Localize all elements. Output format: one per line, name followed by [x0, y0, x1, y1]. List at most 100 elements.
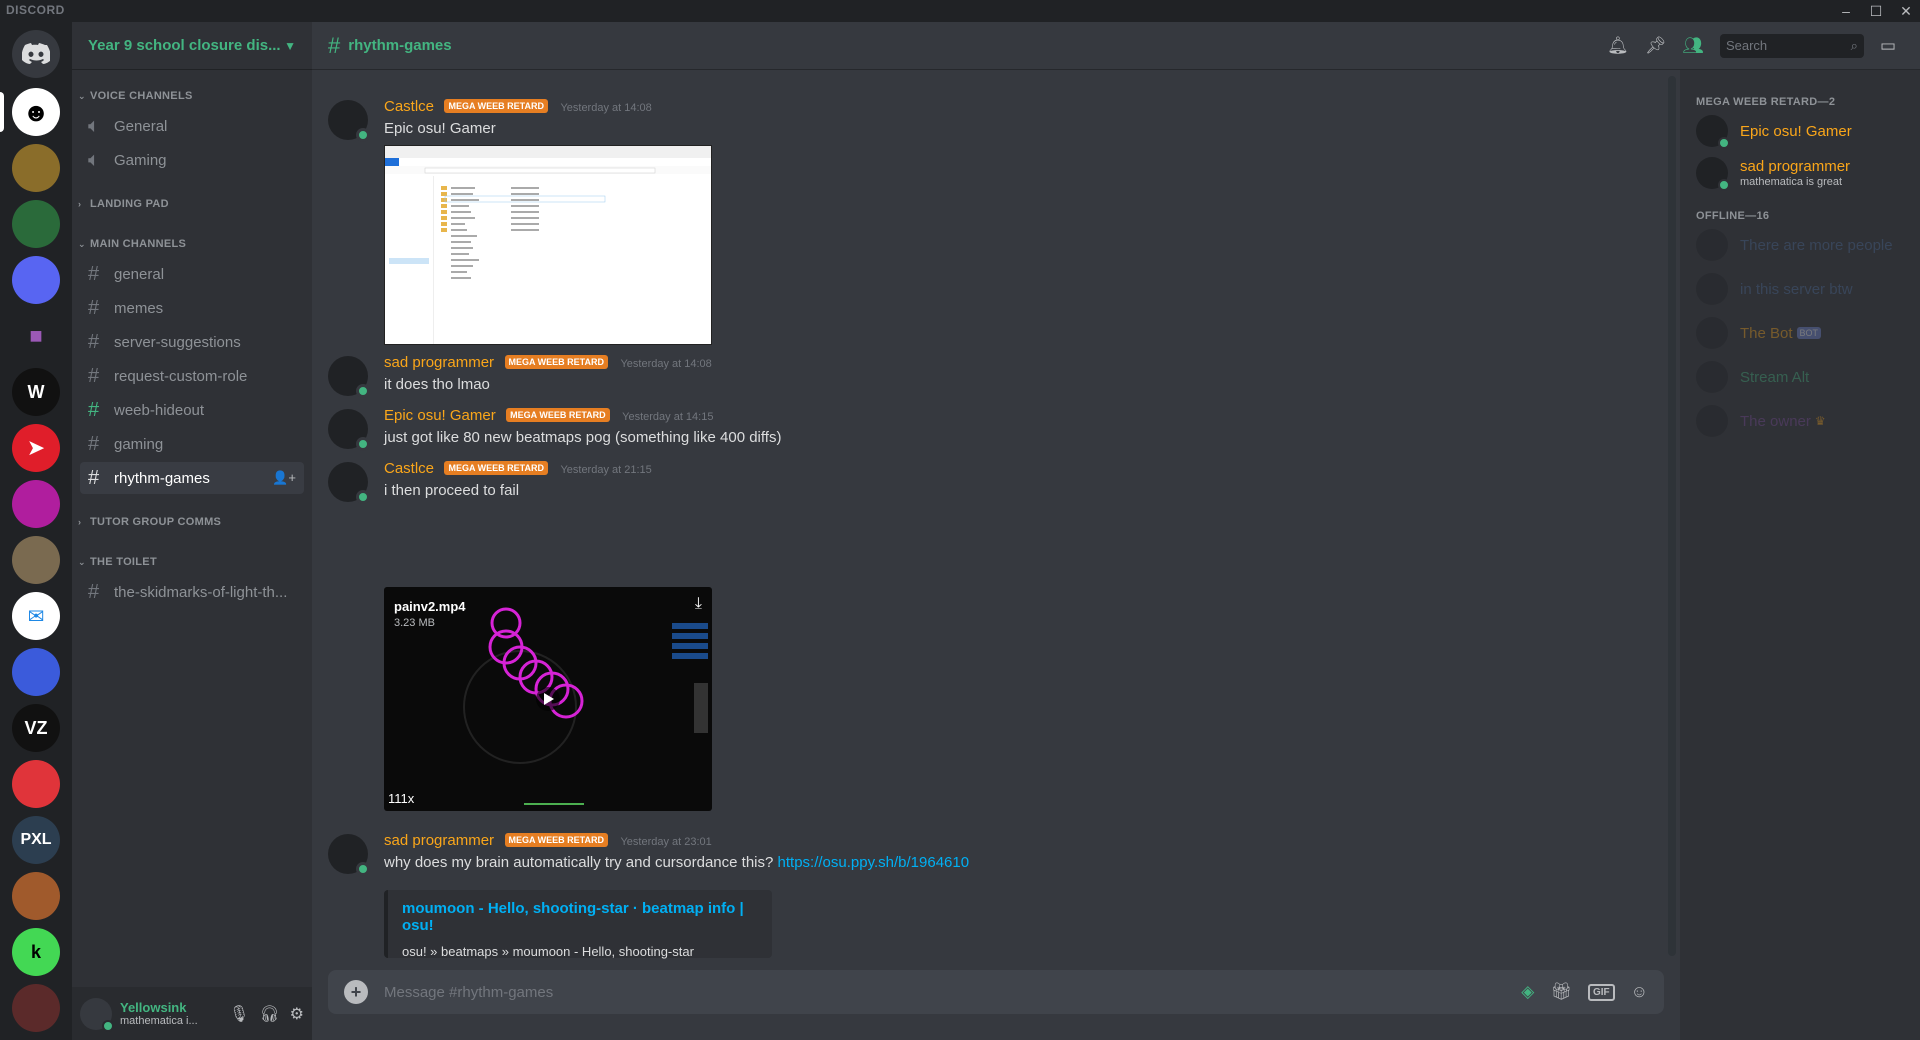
minimize-button[interactable]: –: [1832, 0, 1860, 22]
member-name: There are more people: [1740, 236, 1893, 254]
gift-icon[interactable]: 🎁︎: [1550, 982, 1572, 1002]
screenshot-attachment[interactable]: [384, 145, 712, 345]
scrollbar[interactable]: [1668, 76, 1676, 956]
members-icon[interactable]: 👥︎: [1682, 36, 1704, 56]
server-vz[interactable]: VZ: [12, 704, 60, 752]
timestamp: Yesterday at 21:15: [560, 464, 652, 476]
member-item[interactable]: There are more people: [1688, 224, 1912, 266]
channel-title: rhythm-games: [348, 37, 452, 54]
member-name: Stream Alt: [1740, 368, 1810, 386]
brand-label: DISCORD: [6, 3, 65, 17]
channel-gaming[interactable]: # gaming: [80, 428, 304, 460]
channel-rhythm-games[interactable]: # rhythm-games 👤+: [80, 462, 304, 494]
author-name[interactable]: Epic osu! Gamer: [384, 407, 496, 424]
microphone-icon[interactable]: 🎙︎: [229, 1004, 249, 1024]
avatar[interactable]: [328, 409, 370, 451]
close-button[interactable]: ✕: [1892, 0, 1920, 22]
server-active[interactable]: ☻: [12, 88, 60, 136]
hash-icon: #: [88, 296, 100, 319]
member-list: MEGA WEEB RETARD—2 Epic osu! Gamer sad p…: [1680, 70, 1920, 1040]
server-w[interactable]: W: [12, 368, 60, 416]
channel-weeb-hideout[interactable]: # weeb-hideout: [80, 394, 304, 426]
bell-icon[interactable]: 🔔︎: [1607, 36, 1629, 56]
channel-general[interactable]: # general: [80, 258, 304, 290]
voice-channel-general[interactable]: 🔈︎ General: [80, 110, 304, 142]
hash-icon: #: [88, 580, 100, 603]
inbox-icon[interactable]: ▭: [1880, 36, 1896, 56]
avatar[interactable]: [328, 100, 370, 142]
server-pxl[interactable]: PXL: [12, 816, 60, 864]
combo-counter: 111x: [388, 791, 415, 806]
hash-icon: #: [88, 398, 100, 421]
server-6[interactable]: ➤: [12, 424, 60, 472]
category-landing[interactable]: › LANDING PAD: [78, 198, 169, 210]
category-main[interactable]: ⌄ MAIN CHANNELS: [78, 238, 186, 250]
message-text: it does tho lmao: [384, 376, 490, 393]
channel-server-suggestions[interactable]: # server-suggestions: [80, 326, 304, 358]
category-toilet[interactable]: ⌄ THE TOILET: [78, 556, 157, 568]
maximize-button[interactable]: ☐: [1862, 0, 1890, 22]
voice-channel-gaming[interactable]: 🔈︎ Gaming: [80, 144, 304, 176]
message-text: Epic osu! Gamer: [384, 120, 496, 137]
server-10[interactable]: [12, 648, 60, 696]
server-14[interactable]: [12, 872, 60, 920]
server-16[interactable]: [12, 984, 60, 1032]
server-15[interactable]: k: [12, 928, 60, 976]
channel-memes[interactable]: # memes: [80, 292, 304, 324]
author-name[interactable]: sad programmer: [384, 832, 494, 849]
author-name[interactable]: sad programmer: [384, 354, 494, 371]
member-name: The owner: [1740, 412, 1811, 430]
invite-icon[interactable]: 👤+: [272, 470, 296, 486]
role-tag: MEGA WEEB RETARD: [506, 408, 610, 422]
category-tutor[interactable]: › TUTOR GROUP COMMS: [78, 516, 221, 528]
link-embed-description: osu! » beatmaps » moumoon - Hello, shoot…: [402, 944, 694, 959]
author-name[interactable]: Castlce: [384, 460, 434, 477]
link-embed-title[interactable]: moumoon - Hello, shooting-star · beatmap…: [402, 900, 758, 934]
member-name: sad programmer: [1740, 158, 1851, 175]
member-item[interactable]: The Bot BOT: [1688, 312, 1912, 354]
server-3[interactable]: [12, 200, 60, 248]
message-composer[interactable]: + Message #rhythm-games ◈ 🎁︎ GIF ☺: [328, 970, 1664, 1014]
avatar[interactable]: [328, 834, 370, 876]
message-text: why does my brain automatically try and …: [384, 854, 970, 871]
server-4[interactable]: [12, 256, 60, 304]
message-link[interactable]: https://osu.ppy.sh/b/1964610: [778, 854, 970, 871]
pin-icon[interactable]: 📌︎: [1645, 36, 1667, 56]
server-7[interactable]: [12, 480, 60, 528]
member-item[interactable]: Epic osu! Gamer: [1688, 110, 1912, 152]
add-attachment-button[interactable]: +: [344, 980, 368, 1004]
category-voice[interactable]: ⌄ VOICE CHANNELS: [78, 90, 193, 102]
home-button[interactable]: [12, 30, 60, 78]
channel-skidmarks[interactable]: # the-skidmarks-of-light-th...: [80, 576, 304, 608]
avatar[interactable]: [328, 462, 370, 504]
server-8[interactable]: [12, 536, 60, 584]
member-name: Epic osu! Gamer: [1740, 122, 1852, 140]
search-input[interactable]: Search ⌕: [1719, 34, 1864, 58]
gear-icon[interactable]: ⚙: [290, 1004, 304, 1024]
author-name[interactable]: Castlce: [384, 98, 434, 115]
guild-header[interactable]: Year 9 school closure dis... ▼: [72, 22, 312, 70]
server-2[interactable]: [12, 144, 60, 192]
member-item[interactable]: in this server btw: [1688, 268, 1912, 310]
member-item[interactable]: sad programmer mathematica is great: [1688, 152, 1912, 194]
avatar[interactable]: [80, 997, 114, 1032]
server-folder[interactable]: ■: [12, 312, 60, 360]
avatar[interactable]: [328, 356, 370, 398]
download-icon[interactable]: ⤓: [695, 595, 702, 613]
headphones-icon[interactable]: 🎧︎: [259, 1004, 279, 1024]
discord-app: DISCORD – ☐ ✕ ☻ ■ W ➤ ✉ VZ PXL k Year 9 …: [0, 0, 1920, 1040]
user-status: mathematica i...: [120, 1015, 198, 1027]
member-item[interactable]: Stream Alt: [1688, 356, 1912, 398]
message-input[interactable]: Message #rhythm-games: [384, 984, 553, 1001]
channel-request-custom-role[interactable]: # request-custom-role: [80, 360, 304, 392]
video-attachment[interactable]: painv2.mp4 3.23 MB ⤓ 111x: [384, 587, 712, 811]
server-12[interactable]: [12, 760, 60, 808]
gif-button[interactable]: GIF: [1587, 983, 1615, 1001]
server-9[interactable]: ✉: [12, 592, 60, 640]
nitro-icon[interactable]: ◈: [1521, 982, 1534, 1002]
hash-icon: #: [88, 330, 100, 353]
emoji-icon[interactable]: ☺: [1631, 982, 1648, 1002]
user-panel: Yellowsink mathematica i... 🎙︎ 🎧︎ ⚙: [72, 987, 312, 1040]
member-name: The Bot: [1740, 324, 1793, 342]
member-item[interactable]: The owner ♛: [1688, 400, 1912, 442]
